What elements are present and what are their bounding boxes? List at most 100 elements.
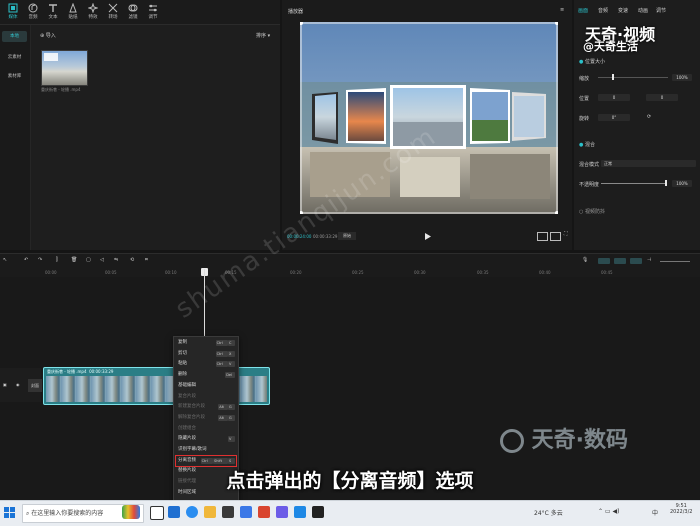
snap-toggle[interactable] [614, 258, 626, 264]
context-menu-item[interactable]: 粘贴 V Ctrl [173, 359, 237, 369]
screenshot-icon[interactable] [537, 232, 548, 241]
qq-icon[interactable] [294, 506, 306, 518]
tab-picture[interactable]: 画面 [578, 7, 588, 14]
shortcut-key: V [228, 436, 235, 443]
context-menu-item[interactable]: 复制 C Ctrl [173, 338, 237, 348]
chrome-icon[interactable] [186, 506, 198, 518]
context-menu-item[interactable]: 隐藏片段 V [173, 434, 237, 444]
filter-icon [128, 3, 138, 13]
shortcut-key: Ctrl [215, 361, 228, 368]
timeline-ruler[interactable]: 00:00 00:05 00:10 00:15 00:20 00:25 00:3… [0, 269, 700, 277]
preview-axis-icon[interactable]: ⊣ [647, 257, 651, 263]
nav-cloud[interactable]: 云素材 [2, 52, 27, 63]
opacity-slider-track[interactable] [601, 183, 666, 184]
opacity-value[interactable]: 100% [672, 180, 692, 187]
edge-icon[interactable] [168, 506, 180, 518]
cover-button[interactable]: 封面 [28, 379, 42, 392]
scale-slider-track[interactable] [598, 77, 668, 78]
tool-sticker[interactable]: 贴纸 [64, 2, 82, 20]
import-button[interactable]: ⊕ 导入 [40, 32, 56, 39]
link-toggle[interactable] [630, 258, 642, 264]
clock[interactable]: 9:51 2022/3/2 [670, 503, 692, 515]
anti-shake-label: 视频防抖 [584, 209, 605, 215]
jianying-icon[interactable] [312, 506, 324, 518]
nav-local[interactable]: 本地 [2, 31, 27, 42]
windows-start-icon[interactable] [4, 507, 15, 518]
mirror-icon[interactable]: ⇋ [114, 257, 118, 263]
rotate-icon[interactable]: ⟳ [647, 114, 651, 120]
task-view-icon[interactable] [150, 506, 164, 520]
context-menu-item[interactable]: 识别字幕/歌词 [173, 445, 237, 455]
section-position-size: ● 位置大小 [579, 58, 605, 65]
tick: 00:35 [477, 270, 489, 275]
context-menu-item[interactable]: 删除 Del [173, 370, 237, 380]
app-icon[interactable] [276, 506, 288, 518]
play-button[interactable] [424, 232, 432, 241]
sort-label: 排序 [256, 33, 267, 39]
zoom-slider[interactable] [660, 261, 690, 262]
scale-value[interactable]: 100% [672, 74, 692, 81]
select-tool-icon[interactable]: ↖ [3, 257, 7, 263]
subtitle-caption: 点击弹出的【分离音频】选项 [226, 470, 474, 492]
crop-icon[interactable]: ⌗ [145, 257, 148, 263]
tool-adjust[interactable]: 调节 [144, 2, 162, 20]
blend-mode-select[interactable]: 正常 [601, 160, 696, 167]
ratio-dropdown[interactable]: 原始 [338, 232, 356, 240]
ime-indicator[interactable]: 中 [652, 508, 658, 517]
redo-icon[interactable]: ↷ [38, 257, 42, 263]
track-lock-icon[interactable]: ▣ [3, 382, 7, 387]
weather-text[interactable]: 24°C 多云 [534, 508, 563, 517]
microphone-icon[interactable]: 🎙 [582, 257, 588, 263]
opacity-label: 不透明度 [579, 182, 600, 188]
context-menu-item[interactable]: 剪切 X Ctrl [173, 349, 237, 359]
tray-icons[interactable]: ⌃ ▭ ◀) [598, 508, 619, 515]
player-menu-icon[interactable]: ≡ [560, 7, 564, 13]
tab-speed[interactable]: 变速 [618, 7, 628, 14]
shortcut-key: Alt [218, 404, 228, 411]
nav-library[interactable]: 素材库 [2, 71, 27, 82]
position-y-field[interactable]: 0 [646, 94, 678, 101]
media-thumbnail[interactable] [41, 50, 88, 86]
wps-icon[interactable] [258, 506, 270, 518]
context-menu-item[interactable]: 基础编辑 [173, 381, 237, 391]
tool-label: 特效 [88, 15, 98, 20]
tab-animation[interactable]: 动画 [638, 7, 648, 14]
store-icon[interactable] [222, 506, 234, 518]
mail-icon[interactable] [240, 506, 252, 518]
tick: 00:40 [539, 270, 551, 275]
freeze-icon[interactable]: ▢ [86, 257, 91, 263]
tool-transition[interactable]: 转场 [104, 2, 122, 20]
position-label: 位置 [579, 96, 590, 102]
opacity-slider-handle[interactable] [665, 180, 667, 186]
tool-audio[interactable]: 音频 [24, 2, 42, 20]
scale-slider-handle[interactable] [612, 74, 614, 80]
tool-effects[interactable]: 特效 [84, 2, 102, 20]
position-x-field[interactable]: 0 [598, 94, 630, 101]
delete-icon[interactable]: 🗑 [71, 257, 77, 263]
tick: 00:05 [105, 270, 117, 275]
file-explorer-icon[interactable] [204, 506, 216, 518]
sort-dropdown[interactable]: 排序 ▾ [256, 32, 270, 39]
main-track-toggle[interactable] [598, 258, 610, 264]
rotate-field[interactable]: 0° [598, 114, 630, 121]
undo-icon[interactable]: ↶ [24, 257, 28, 263]
split-icon[interactable]: ⫿ [56, 257, 58, 263]
shortcut-key: V [228, 361, 235, 368]
clip-title: 重庆街巷 - 轮播 .mp4 00:00:33:29 [47, 369, 114, 374]
tool-filter[interactable]: 滤镜 [124, 2, 142, 20]
aspect-icon[interactable] [550, 232, 561, 241]
rotate-clip-icon[interactable]: ⟲ [130, 257, 134, 263]
tab-adjust[interactable]: 调节 [656, 7, 666, 14]
reverse-icon[interactable]: ◁ [100, 257, 104, 263]
tool-media[interactable]: 媒体 [4, 2, 22, 20]
tool-label: 调节 [148, 15, 158, 20]
context-menu-item-label: 粘贴 [178, 361, 187, 367]
search-highlight-icon[interactable] [122, 505, 140, 519]
tool-label: 音频 [28, 15, 38, 20]
fullscreen-icon[interactable]: ⛶ [564, 231, 568, 237]
track-eye-icon[interactable]: ◉ [16, 382, 20, 387]
shortcut-key: Ctrl [215, 350, 228, 357]
tab-audio[interactable]: 音频 [598, 7, 608, 14]
tool-text[interactable]: 文本 [44, 2, 62, 20]
anti-shake-toggle[interactable]: ○ 视频防抖 [579, 208, 605, 215]
